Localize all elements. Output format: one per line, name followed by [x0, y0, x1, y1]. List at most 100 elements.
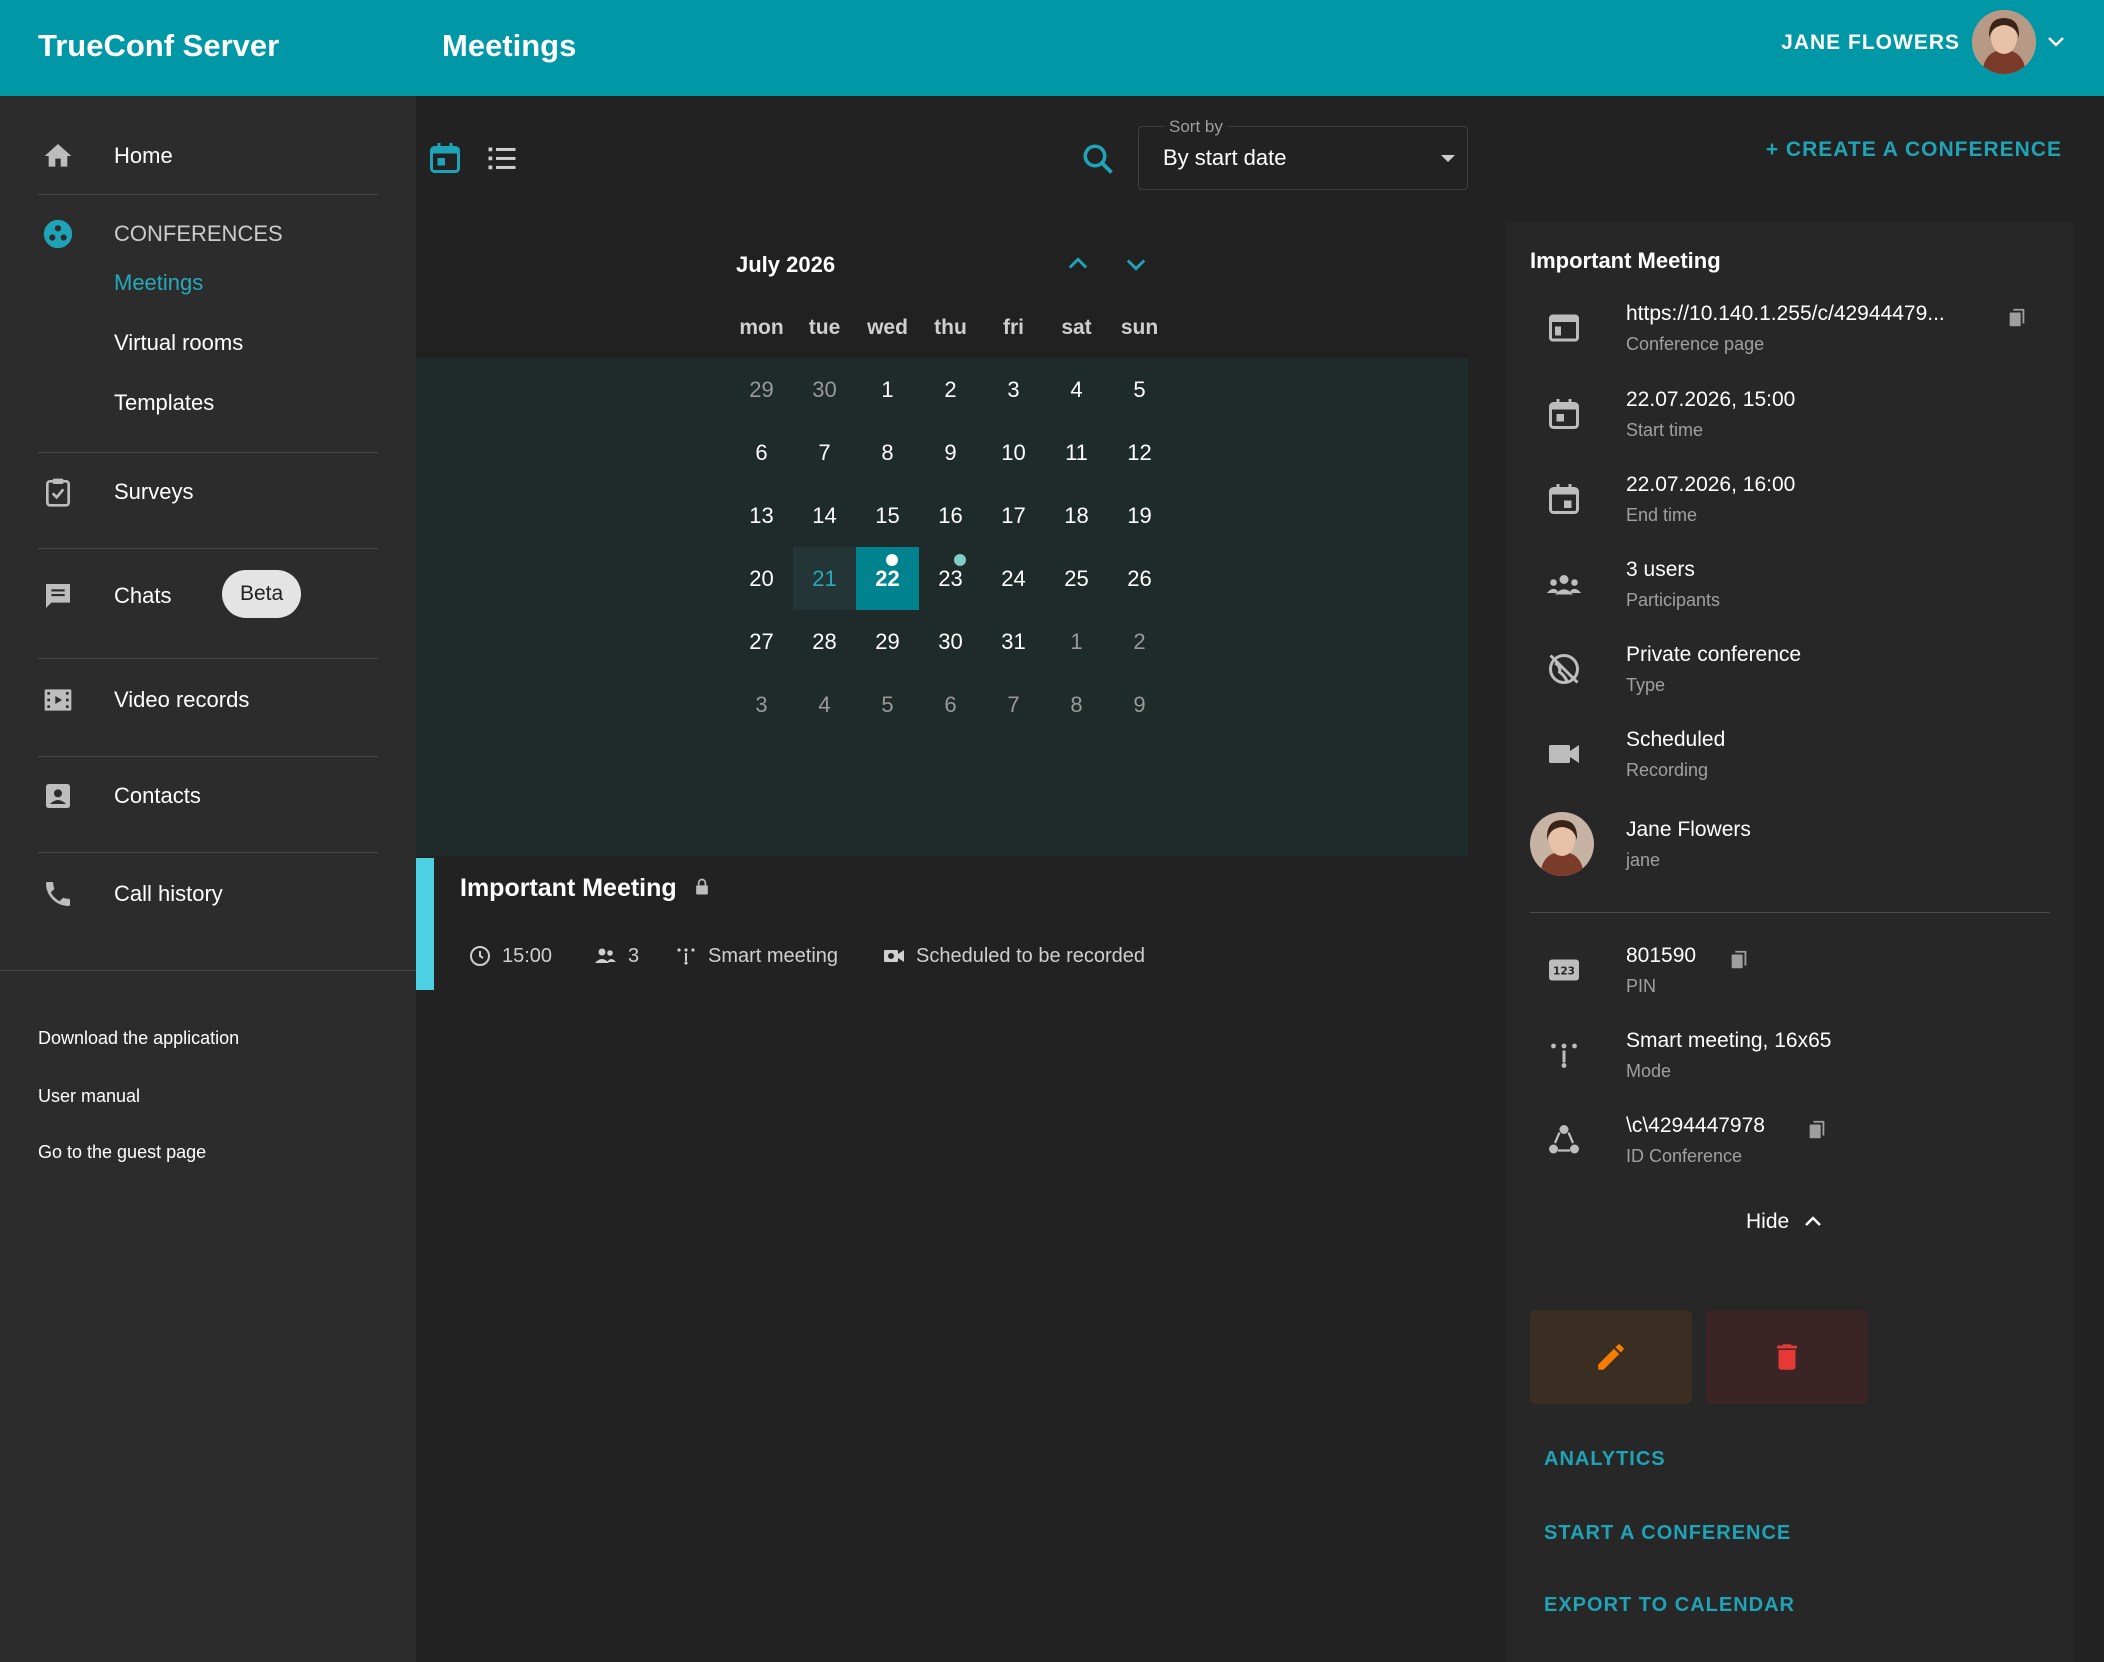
export-calendar-button[interactable]: EXPORT TO CALENDAR	[1544, 1594, 1795, 1617]
calendar-day[interactable]: 28	[793, 610, 856, 673]
owner-row[interactable]: Jane Flowers jane	[1506, 812, 2074, 882]
sidebar-item-virtual-rooms[interactable]: Virtual rooms	[114, 330, 243, 356]
calendar-day[interactable]: 26	[1108, 547, 1171, 610]
event-dot	[886, 554, 898, 566]
start-conference-button[interactable]: START A CONFERENCE	[1544, 1522, 1791, 1545]
calendar-day[interactable]: 29	[730, 358, 793, 421]
type-label: Type	[1626, 675, 1666, 695]
owner-name: Jane Flowers	[1626, 818, 1751, 841]
calendar-day[interactable]: 24	[982, 547, 1045, 610]
sidebar-item-video-records[interactable]: Video records	[38, 680, 378, 720]
hide-label: Hide	[1746, 1210, 1790, 1233]
clipboard-check-icon	[38, 472, 78, 512]
smart-meeting-icon	[677, 948, 695, 965]
analytics-button[interactable]: ANALYTICS	[1544, 1448, 1666, 1471]
calendar-header: July 2026 mon tue wed thu fri sat sun	[416, 222, 1468, 358]
calendar-day[interactable]: 30	[919, 610, 982, 673]
calendar-day[interactable]: 3	[982, 358, 1045, 421]
weekday-label: sun	[1120, 316, 1159, 339]
event-card[interactable]: Important Meeting 15:00 3 Smart meeting …	[416, 858, 1468, 990]
calendar-day[interactable]: 18	[1045, 484, 1108, 547]
calendar-day[interactable]: 2	[919, 358, 982, 421]
event-recording-text: Scheduled to be recorded	[916, 944, 1146, 967]
sidebar-item-chats[interactable]: Chats Beta	[38, 570, 378, 618]
calendar-day[interactable]: 30	[793, 358, 856, 421]
divider	[1530, 912, 2050, 913]
download-app-link[interactable]: Download the application	[38, 1028, 239, 1049]
sidebar-section-conferences[interactable]: CONFERENCES	[38, 214, 378, 254]
user-name[interactable]: JANE FLOWERS	[1781, 31, 1960, 55]
dropdown-caret-icon	[1441, 155, 1455, 162]
conference-id-row: \c\4294447978 ID Conference	[1506, 1108, 2074, 1178]
calendar-day[interactable]: 6	[919, 673, 982, 736]
calendar-day[interactable]: 27	[730, 610, 793, 673]
calendar-day[interactable]: 15	[856, 484, 919, 547]
lock-icon	[695, 878, 708, 895]
calendar-day[interactable]: 14	[793, 484, 856, 547]
sidebar-item-contacts[interactable]: Contacts	[38, 776, 378, 816]
calendar-day[interactable]: 4	[1045, 358, 1108, 421]
edit-button[interactable]	[1530, 1310, 1692, 1404]
hide-details-button[interactable]: Hide	[1746, 1210, 1825, 1234]
app-title[interactable]: TrueConf Server	[38, 28, 279, 64]
calendar-day[interactable]: 12	[1108, 421, 1171, 484]
calendar-day[interactable]: 19	[1108, 484, 1171, 547]
copy-icon[interactable]	[1728, 948, 1750, 972]
calendar-day[interactable]: 2	[1108, 610, 1171, 673]
user-manual-link[interactable]: User manual	[38, 1086, 140, 1107]
calendar-day[interactable]: 7	[982, 673, 1045, 736]
conference-id-value: \c\4294447978	[1626, 1114, 1765, 1137]
calendar-day[interactable]: 1	[856, 358, 919, 421]
guest-page-link[interactable]: Go to the guest page	[38, 1142, 206, 1163]
calendar-day[interactable]: 5	[1108, 358, 1171, 421]
calendar-view-icon[interactable]	[427, 140, 463, 176]
calendar-day[interactable]: 23	[919, 547, 982, 610]
calendar-day[interactable]: 8	[1045, 673, 1108, 736]
delete-button[interactable]	[1706, 1310, 1868, 1404]
calendar-day[interactable]: 5	[856, 673, 919, 736]
pin-value: 801590	[1626, 944, 1697, 967]
conference-url[interactable]: https://10.140.1.255/c/42944479...	[1626, 302, 1945, 326]
sidebar-item-meetings[interactable]: Meetings	[114, 270, 203, 296]
chevron-up-icon[interactable]	[1064, 250, 1092, 278]
calendar-day[interactable]: 20	[730, 547, 793, 610]
calendar-day[interactable]: 10	[982, 421, 1045, 484]
chevron-down-icon[interactable]	[1122, 250, 1150, 278]
calendar-day[interactable]: 25	[1045, 547, 1108, 610]
calendar-day[interactable]: 31	[982, 610, 1045, 673]
calendar-day[interactable]: 21	[793, 547, 856, 610]
calendar-day[interactable]: 16	[919, 484, 982, 547]
sort-select[interactable]: Sort by By start date	[1138, 117, 1468, 190]
calendar-day[interactable]: 9	[1108, 673, 1171, 736]
calendar-day[interactable]: 29	[856, 610, 919, 673]
calendar-day[interactable]: 6	[730, 421, 793, 484]
owner-login: jane	[1626, 850, 1661, 870]
sidebar-item-home[interactable]: Home	[38, 136, 378, 176]
chevron-down-icon[interactable]	[2044, 30, 2068, 54]
pin-label: PIN	[1626, 976, 1657, 996]
calendar-day[interactable]: 8	[856, 421, 919, 484]
calendar-day[interactable]: 4	[793, 673, 856, 736]
list-view-icon[interactable]	[484, 140, 520, 176]
pin-row: 123 801590 PIN	[1506, 938, 2074, 1008]
calendar-day[interactable]: 1	[1045, 610, 1108, 673]
copy-icon[interactable]	[2006, 306, 2028, 330]
calendar-day[interactable]: 17	[982, 484, 1045, 547]
event-participants-text: 3	[628, 944, 640, 967]
calendar-day[interactable]: 13	[730, 484, 793, 547]
calendar: July 2026 mon tue wed thu fri sat sun 29 30 1 2 3 4…	[416, 222, 1468, 856]
sidebar-item-surveys[interactable]: Surveys	[38, 472, 378, 512]
start-time-row: 22.07.2026, 15:00 Start time	[1506, 382, 2074, 452]
search-icon[interactable]	[1080, 141, 1116, 177]
copy-icon[interactable]	[1806, 1118, 1828, 1142]
sidebar-item-call-history[interactable]: Call history	[38, 874, 378, 914]
beta-badge: Beta	[222, 570, 302, 618]
sidebar-item-templates[interactable]: Templates	[114, 390, 214, 416]
calendar-day[interactable]: 9	[919, 421, 982, 484]
create-conference-button[interactable]: + CREATE A CONFERENCE	[1766, 138, 2062, 162]
calendar-day[interactable]: 11	[1045, 421, 1108, 484]
conference-page-row[interactable]: https://10.140.1.255/c/42944479... Confe…	[1506, 296, 2074, 366]
calendar-day[interactable]: 3	[730, 673, 793, 736]
calendar-day[interactable]: 7	[793, 421, 856, 484]
user-avatar[interactable]	[1972, 10, 2036, 74]
